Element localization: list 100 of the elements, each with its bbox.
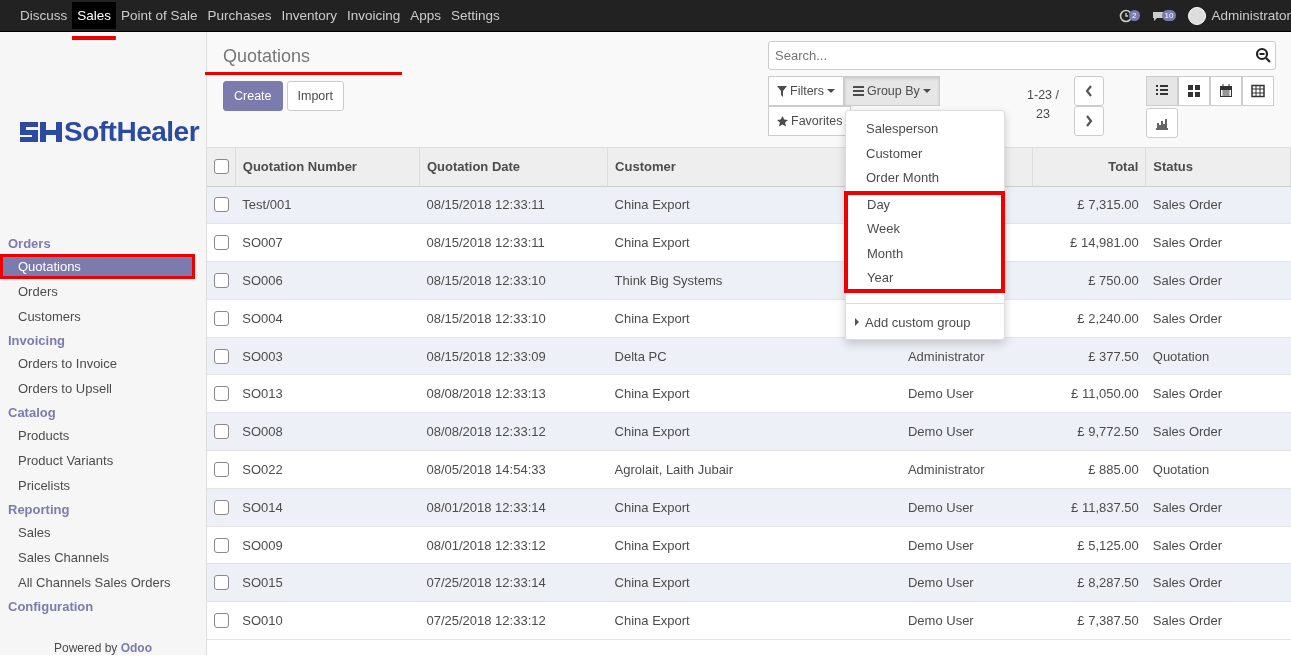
grid-view-icon xyxy=(1187,84,1201,98)
menu-item[interactable]: Invoicing xyxy=(341,2,406,40)
menu-item[interactable]: Point of Sale xyxy=(116,2,203,40)
table-cell: 08/15/2018 12:33:10 xyxy=(426,273,546,288)
add-custom-group-option[interactable]: Add custom group xyxy=(846,311,1004,333)
create-button[interactable]: Create xyxy=(223,81,283,111)
table-cell: 07/25/2018 12:33:14 xyxy=(426,575,546,591)
table-cell: Delta PC xyxy=(614,348,667,364)
table-cell: £ 9,772.50 xyxy=(1077,424,1139,440)
menu-option[interactable]: Customer xyxy=(846,141,1004,166)
menu-option[interactable]: Day xyxy=(847,192,1003,217)
view-switch-button[interactable] xyxy=(1242,76,1274,106)
menu-option[interactable]: Week xyxy=(847,217,1003,242)
table-cell: SO006 xyxy=(242,273,283,288)
row-checkbox[interactable] xyxy=(214,613,229,629)
powered-by-text: Powered by Odoo xyxy=(53,642,153,655)
user-name[interactable]: Administrator xyxy=(1211,8,1291,23)
group-by-button[interactable]: Group By xyxy=(844,76,940,106)
table-cell: Demo User xyxy=(907,499,974,515)
table-cell: Demo User xyxy=(907,537,974,553)
sidebar-item[interactable]: Sales xyxy=(0,520,195,545)
menu-item[interactable]: Discuss xyxy=(15,2,73,40)
sidebar-item[interactable]: Orders to Upsell xyxy=(0,376,195,401)
row-checkbox[interactable] xyxy=(214,273,229,288)
next-button[interactable] xyxy=(1074,106,1104,136)
view-switch-button[interactable] xyxy=(1210,76,1242,106)
table-cell: SO008 xyxy=(242,424,283,440)
menu-option[interactable]: Year xyxy=(847,266,1003,291)
table-cell: 08/01/2018 12:33:12 xyxy=(426,537,546,553)
sidebar-item[interactable]: Orders to Invoice xyxy=(0,351,195,376)
column-header[interactable]: Status xyxy=(1153,159,1193,175)
table-cell: China Export xyxy=(614,499,690,515)
menu-section-title: Orders xyxy=(7,235,52,253)
table-cell: Test/001 xyxy=(242,197,292,213)
search-field[interactable]: Search... xyxy=(768,41,1276,70)
table-cell: SO010 xyxy=(242,613,283,629)
table-cell: Think Big Systems xyxy=(614,273,723,288)
menu-item[interactable]: Apps xyxy=(405,2,446,40)
column-header[interactable]: Total xyxy=(1108,159,1139,175)
sidebar-item[interactable]: Orders xyxy=(0,279,195,304)
table-cell: £ 750.00 xyxy=(1088,273,1139,288)
table-cell: SO022 xyxy=(242,461,283,477)
import-button[interactable]: Import xyxy=(286,81,344,111)
row-checkbox[interactable] xyxy=(214,235,229,251)
row-checkbox[interactable] xyxy=(214,575,229,591)
sidebar-item[interactable]: All Channels Sales Orders xyxy=(0,570,195,595)
table-cell: China Export xyxy=(614,424,690,440)
menu-icon xyxy=(853,86,865,96)
menu-item[interactable]: Inventory xyxy=(276,2,342,40)
filters-button[interactable]: Filters xyxy=(768,76,845,106)
sidebar-item[interactable]: Sales Channels xyxy=(0,545,195,570)
view-switch-button[interactable] xyxy=(1146,108,1178,138)
count-badge: 2 xyxy=(1129,10,1140,21)
table-cell: Demo User xyxy=(907,386,974,402)
filter-icon xyxy=(777,85,787,97)
favorites-button[interactable]: Favorites xyxy=(768,106,852,136)
table-cell: SO009 xyxy=(242,537,283,553)
menu-item[interactable]: Sales xyxy=(72,2,117,40)
sidebar-item[interactable]: Quotations xyxy=(0,254,195,279)
sidebar-item[interactable]: Products xyxy=(0,423,195,448)
row-checkbox[interactable] xyxy=(214,537,229,553)
table-cell: China Export xyxy=(614,386,690,402)
row-checkbox[interactable] xyxy=(214,461,229,477)
chevron-left-icon xyxy=(1085,85,1093,97)
sidebar-item[interactable]: Customers xyxy=(0,304,195,329)
table-cell: 08/08/2018 12:33:13 xyxy=(426,386,546,402)
table-cell: Administrator xyxy=(907,348,985,364)
list-view-icon xyxy=(1155,84,1169,98)
table-cell: Sales Order xyxy=(1152,386,1223,402)
table-cell: Sales Order xyxy=(1152,310,1223,326)
table-cell: 08/15/2018 12:33:10 xyxy=(426,310,546,326)
row-checkbox[interactable] xyxy=(214,424,229,440)
row-checkbox[interactable] xyxy=(214,499,229,515)
table-cell: SO007 xyxy=(242,235,283,251)
table-cell: 08/05/2018 14:54:33 xyxy=(426,461,546,477)
menu-option[interactable]: Month xyxy=(847,241,1003,266)
column-header[interactable]: Customer xyxy=(615,159,676,175)
sidebar-item[interactable]: Pricelists xyxy=(0,473,195,498)
view-switch-button[interactable] xyxy=(1146,76,1178,106)
sidebar-item[interactable]: Product Variants xyxy=(0,448,195,473)
bar-chart-icon xyxy=(1155,116,1169,130)
table-cell: SO004 xyxy=(242,310,283,326)
view-switch-button[interactable] xyxy=(1178,76,1210,106)
table-cell: £ 377.50 xyxy=(1088,348,1139,364)
menu-item[interactable]: Settings xyxy=(446,2,505,40)
row-checkbox[interactable] xyxy=(214,197,229,213)
table-cell: SO013 xyxy=(242,386,283,402)
row-checkbox[interactable] xyxy=(214,348,229,364)
table-cell: 08/15/2018 12:33:11 xyxy=(426,197,545,213)
menu-option[interactable]: Order Month xyxy=(846,166,1004,191)
row-checkbox[interactable] xyxy=(214,310,229,326)
avatar[interactable] xyxy=(1188,6,1207,25)
menu-item[interactable]: Purchases xyxy=(202,2,277,40)
row-checkbox[interactable] xyxy=(214,386,229,402)
table-cell: Administrator xyxy=(907,461,985,477)
table-cell: £ 885.00 xyxy=(1088,461,1139,477)
previous-button[interactable] xyxy=(1074,76,1104,106)
table-cell: Quotation xyxy=(1152,348,1210,364)
table-cell: £ 5,125.00 xyxy=(1077,537,1139,553)
header-checkbox[interactable] xyxy=(214,159,229,175)
